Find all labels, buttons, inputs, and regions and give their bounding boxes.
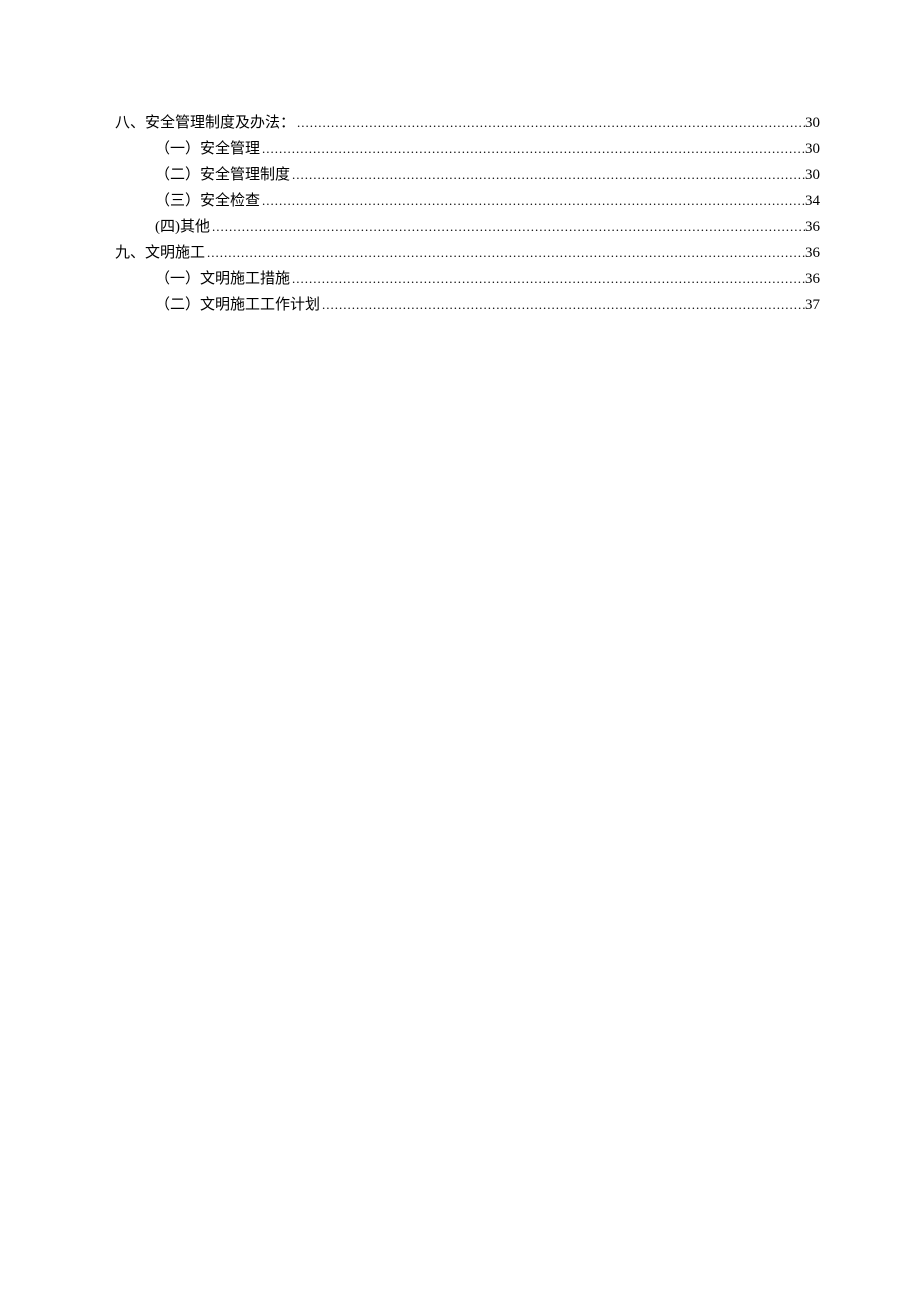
toc-leader: [290, 266, 805, 291]
toc-page-number: 30: [805, 163, 820, 188]
toc-leader: [290, 162, 805, 187]
toc-page-number: 36: [805, 267, 820, 292]
toc-entry: （三）安全检查 34: [115, 188, 820, 214]
table-of-contents: 八、安全管理制度及办法： 30 （一）安全管理 30 （二）安全管理制度 30 …: [115, 110, 820, 318]
toc-leader: [320, 292, 805, 317]
toc-leader: [205, 240, 805, 265]
toc-title: (四)其他: [155, 215, 210, 240]
toc-entry: （一）安全管理 30: [115, 136, 820, 162]
toc-entry: 八、安全管理制度及办法： 30: [115, 110, 820, 136]
toc-entry: (四)其他 36: [115, 214, 820, 240]
toc-entry: （二）文明施工工作计划 37: [115, 292, 820, 318]
toc-page-number: 36: [805, 241, 820, 266]
toc-leader: [295, 110, 805, 135]
toc-title: （一）安全管理: [155, 137, 260, 162]
toc-title: 八、安全管理制度及办法：: [115, 111, 295, 136]
toc-leader: [260, 188, 805, 213]
toc-title: （二）文明施工工作计划: [155, 293, 320, 318]
toc-page-number: 34: [805, 189, 820, 214]
toc-leader: [210, 214, 805, 239]
toc-page-number: 30: [805, 137, 820, 162]
toc-page-number: 36: [805, 215, 820, 240]
toc-title: 九、文明施工: [115, 241, 205, 266]
toc-page-number: 30: [805, 111, 820, 136]
toc-entry: （一）文明施工措施 36: [115, 266, 820, 292]
toc-page-number: 37: [805, 293, 820, 318]
toc-entry: （二）安全管理制度 30: [115, 162, 820, 188]
toc-entry: 九、文明施工 36: [115, 240, 820, 266]
toc-title: （一）文明施工措施: [155, 267, 290, 292]
toc-leader: [260, 136, 805, 161]
toc-title: （二）安全管理制度: [155, 163, 290, 188]
toc-title: （三）安全检查: [155, 189, 260, 214]
